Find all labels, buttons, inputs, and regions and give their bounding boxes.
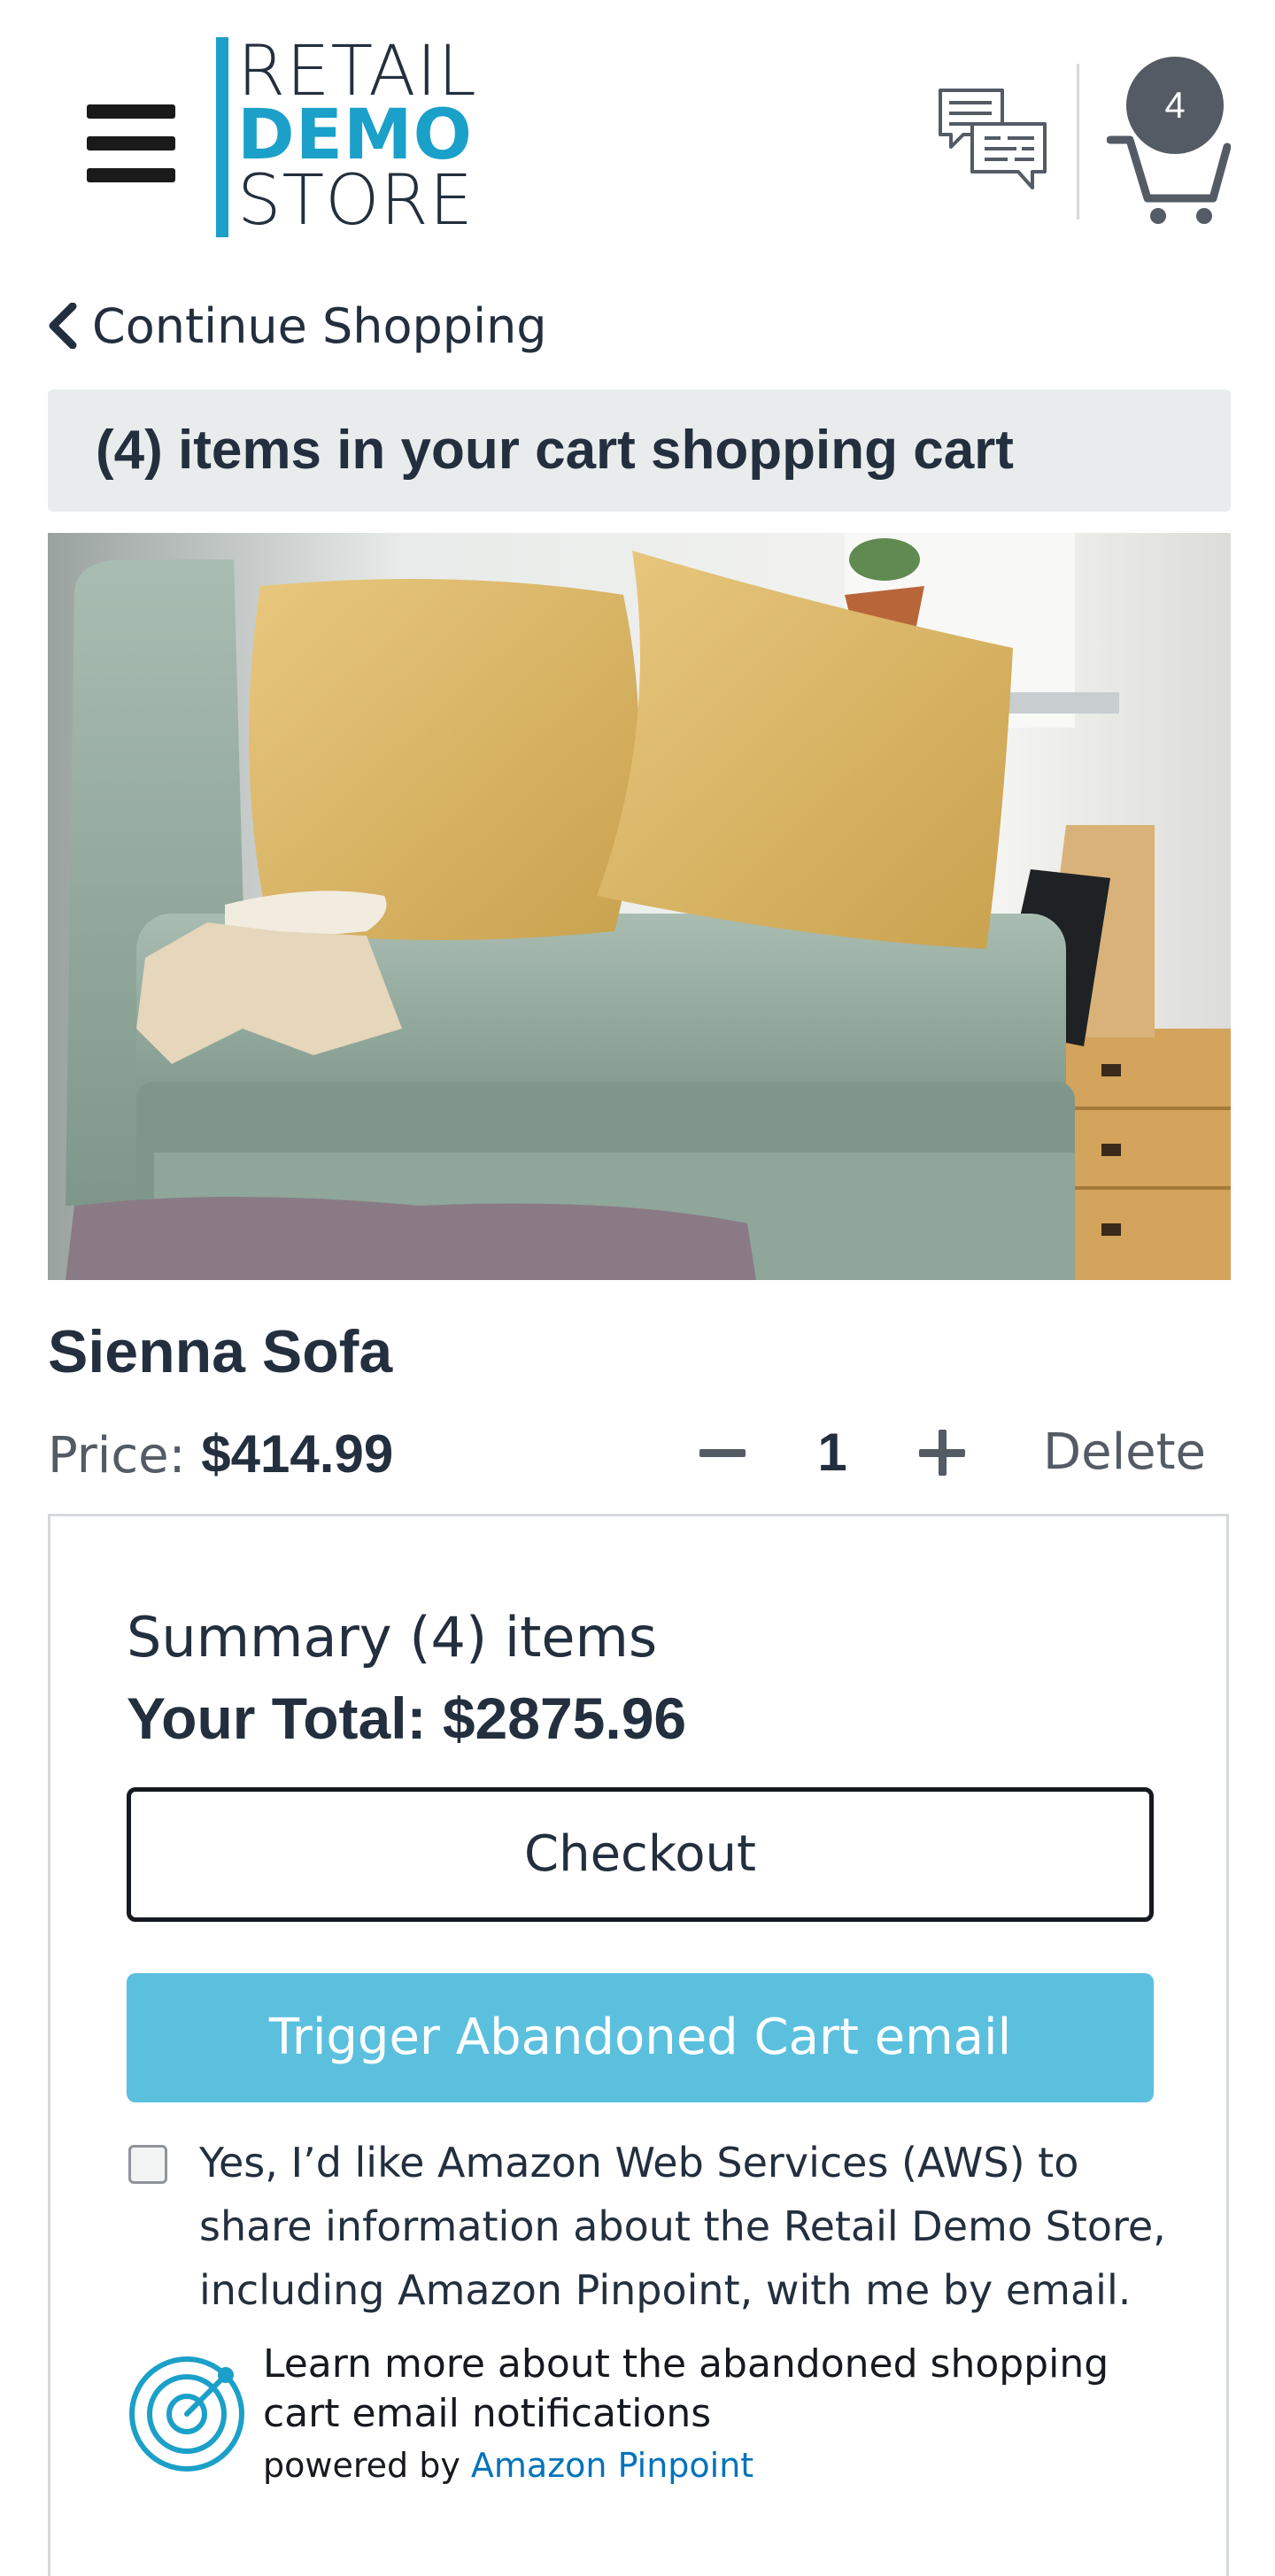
summary-total: Your Total: $2875.96 [127, 1685, 687, 1751]
pinpoint-target-icon [129, 2356, 244, 2472]
consent-label: Yes, I’d like Amazon Web Services (AWS) … [199, 2139, 1166, 2314]
product-image-sofa[interactable] [48, 533, 1231, 1280]
amazon-pinpoint-link[interactable]: Amazon Pinpoint [471, 2446, 753, 2485]
powered-by-line: powered by Amazon Pinpoint [263, 2446, 753, 2485]
cart-heading: (4) items in your cart shopping cart [96, 420, 1014, 481]
chevron-left-icon [49, 303, 77, 349]
header-divider [1077, 64, 1079, 220]
retail-demo-store-logo[interactable]: RETAIL DEMO STORE [216, 37, 476, 241]
quantity-decrease-button[interactable] [699, 1425, 749, 1478]
summary-title: Summary (4) items [127, 1605, 658, 1670]
price-value: $414.99 [201, 1424, 394, 1484]
continue-shopping-link[interactable]: Continue Shopping [48, 297, 547, 354]
product-name[interactable]: Sienna Sofa [48, 1317, 392, 1386]
trigger-abandoned-cart-email-button[interactable]: Trigger Abandoned Cart email [127, 1973, 1154, 2102]
cart-heading-banner: (4) items in your cart shopping cart [48, 389, 1231, 512]
site-header: RETAIL DEMO STORE 4 [0, 0, 1275, 266]
logo-line-demo: DEMO [237, 96, 473, 175]
continue-shopping-label: Continue Shopping [92, 297, 547, 354]
cart-summary-panel: Summary (4) items Your Total: $2875.96 C… [48, 1514, 1229, 2576]
delete-item-button[interactable]: Delete [1043, 1423, 1206, 1481]
cart-count-badge[interactable]: 4 [1126, 57, 1224, 154]
price-row: Price: $414.99 [48, 1423, 393, 1485]
logo-line-store: STORE [237, 161, 475, 241]
hamburger-menu-icon[interactable] [87, 104, 175, 182]
quantity-increase-button[interactable] [917, 1425, 967, 1478]
price-label: Price: [48, 1427, 186, 1485]
learn-more-text: Learn more about the abandoned shopping … [263, 2341, 1109, 2436]
quantity-value: 1 [817, 1423, 847, 1482]
consent-checkbox[interactable] [128, 2145, 167, 2184]
powered-by-label: powered by [263, 2446, 460, 2485]
checkout-button[interactable]: Checkout [127, 1787, 1154, 1922]
chat-bubbles-icon[interactable] [937, 87, 1048, 197]
